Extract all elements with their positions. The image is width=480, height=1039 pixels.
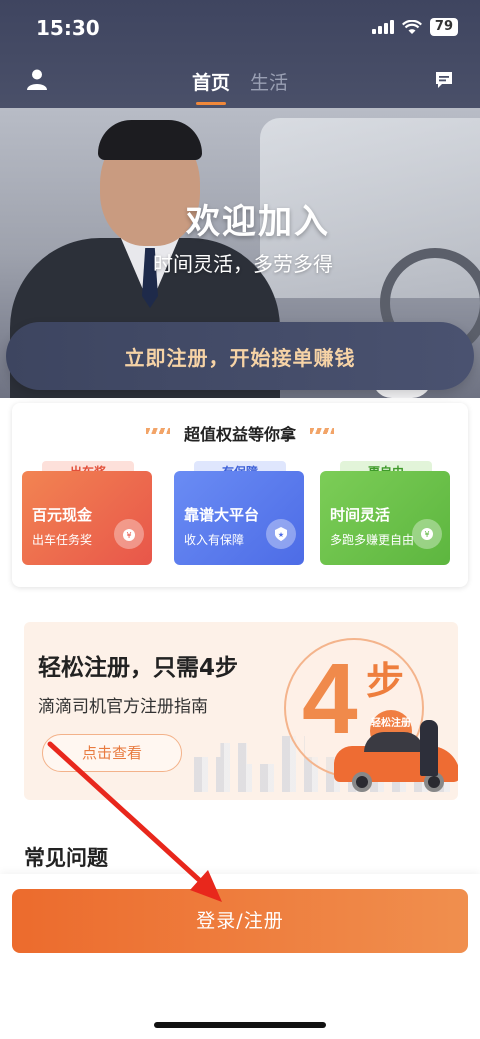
money-bag-icon: ¥ — [114, 519, 144, 549]
svg-text:★: ★ — [278, 531, 284, 539]
title-deco-right — [310, 428, 334, 434]
benefit-desc: 多跑多赚更自由 — [330, 533, 415, 547]
register-cta-label: 立即注册，开始接单赚钱 — [124, 345, 356, 370]
top-nav: 首页 生活 — [0, 60, 480, 105]
registration-guide-banner[interactable]: 4 步 轻松注册 轻松注册，只需4步 滴滴司机官方注册指南 点击查看 — [24, 622, 458, 800]
car-wheel — [352, 772, 372, 792]
guide-title: 轻松注册，只需4步 — [38, 655, 239, 681]
benefit-title: 时间灵活 — [330, 506, 391, 524]
svg-text:¥: ¥ — [126, 531, 131, 540]
login-register-button[interactable]: 登录/注册 — [12, 889, 468, 953]
shield-icon: ★ — [266, 519, 296, 549]
benefit-card-freedom[interactable]: 更自由 时间灵活 多跑多赚更自由 ¥ — [320, 461, 450, 565]
user-icon[interactable] — [26, 68, 48, 94]
status-bar: 15:30 79 — [0, 14, 480, 44]
driver-hair — [98, 120, 202, 160]
hero-title: 欢迎加入 — [186, 202, 330, 242]
register-cta-button[interactable]: 立即注册，开始接单赚钱 — [6, 322, 474, 390]
status-indicators: 79 — [371, 18, 458, 36]
benefit-card-platform[interactable]: 有保障 靠谱大平台 收入有保障 ★ — [174, 461, 304, 565]
hero-subtitle: 时间灵活，多劳多得 — [153, 252, 333, 276]
tab-home[interactable]: 首页 — [192, 68, 230, 105]
home-indicator[interactable] — [154, 1022, 326, 1028]
bottom-action-bar: 登录/注册 — [0, 874, 480, 1039]
view-guide-button[interactable]: 点击查看 — [42, 734, 182, 772]
svg-text:¥: ¥ — [424, 530, 429, 539]
benefit-card-body: 百元现金 出车任务奖 ¥ — [22, 471, 152, 565]
benefit-desc: 收入有保障 — [184, 533, 245, 547]
battery-indicator: 79 — [429, 18, 458, 36]
coin-leaf-icon: ¥ — [412, 519, 442, 549]
faq-heading: 常见问题 — [24, 846, 108, 870]
wifi-icon — [401, 19, 422, 34]
cellular-signal-icon — [371, 20, 394, 34]
benefits-panel: 超值权益等你拿 出车奖 百元现金 出车任务奖 ¥ 有保障 靠谱大平台 收入有保障… — [12, 403, 468, 587]
tab-life[interactable]: 生活 — [250, 68, 288, 105]
benefit-title: 百元现金 — [32, 506, 93, 524]
benefits-title: 超值权益等你拿 — [183, 425, 296, 444]
graphic-step-word: 步 — [366, 659, 405, 703]
benefit-title: 靠谱大平台 — [184, 506, 260, 524]
guide-subtitle: 滴滴司机官方注册指南 — [38, 697, 208, 717]
benefit-card-cash[interactable]: 出车奖 百元现金 出车任务奖 ¥ — [22, 461, 152, 565]
graphic-number-4: 4 — [302, 643, 358, 755]
benefit-desc: 出车任务奖 — [32, 533, 93, 547]
benefit-card-body: 时间灵活 多跑多赚更自由 ¥ — [320, 471, 450, 565]
benefit-card-body: 靠谱大平台 收入有保障 ★ — [174, 471, 304, 565]
top-header: 15:30 79 首页 生活 — [0, 0, 480, 108]
driver-figure-image — [420, 720, 438, 776]
status-time: 15:30 — [36, 16, 100, 40]
nav-tabs: 首页 生活 — [192, 68, 288, 105]
message-icon[interactable] — [434, 70, 454, 94]
